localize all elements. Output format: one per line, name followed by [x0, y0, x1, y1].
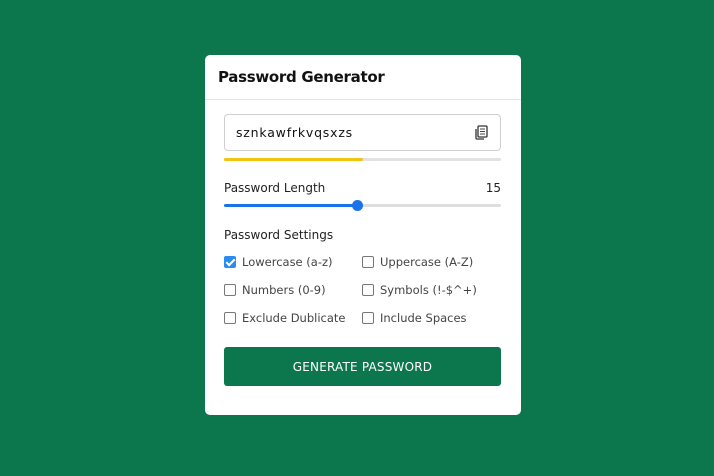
option-exclude-duplicate[interactable]: Exclude Dublicate	[224, 311, 346, 325]
length-value: 15	[485, 181, 501, 195]
slider-thumb[interactable]	[351, 200, 363, 211]
numbers-checkbox[interactable]	[224, 284, 236, 296]
page-title: Password Generator	[218, 68, 385, 86]
password-generator-card: Password Generator sznkawfrkvqsxzs Passw…	[205, 55, 521, 415]
strength-fill	[224, 158, 363, 161]
copy-icon[interactable]	[474, 125, 488, 140]
strength-indicator	[224, 158, 501, 161]
include-spaces-checkbox[interactable]	[362, 312, 374, 324]
option-lowercase[interactable]: Lowercase (a-z)	[224, 255, 333, 269]
option-label: Include Spaces	[380, 311, 467, 325]
length-label: Password Length	[224, 181, 326, 195]
option-uppercase[interactable]: Uppercase (A-Z)	[362, 255, 473, 269]
option-label: Exclude Dublicate	[242, 311, 346, 325]
option-numbers[interactable]: Numbers (0-9)	[224, 283, 326, 297]
exclude-duplicate-checkbox[interactable]	[224, 312, 236, 324]
option-label: Symbols (!-$^+)	[380, 283, 477, 297]
password-display[interactable]: sznkawfrkvqsxzs	[224, 114, 501, 151]
card-header: Password Generator	[205, 55, 521, 100]
generate-password-button[interactable]: GENERATE PASSWORD	[224, 347, 501, 386]
settings-title: Password Settings	[224, 228, 334, 242]
symbols-checkbox[interactable]	[362, 284, 374, 296]
option-include-spaces[interactable]: Include Spaces	[362, 311, 467, 325]
password-text[interactable]: sznkawfrkvqsxzs	[236, 125, 353, 140]
option-label: Lowercase (a-z)	[242, 255, 333, 269]
length-slider[interactable]	[224, 200, 501, 211]
uppercase-checkbox[interactable]	[362, 256, 374, 268]
slider-fill	[224, 204, 357, 207]
option-label: Uppercase (A-Z)	[380, 255, 474, 269]
option-label: Numbers (0-9)	[242, 283, 326, 297]
option-symbols[interactable]: Symbols (!-$^+)	[362, 283, 477, 297]
lowercase-checkbox[interactable]	[224, 256, 236, 268]
